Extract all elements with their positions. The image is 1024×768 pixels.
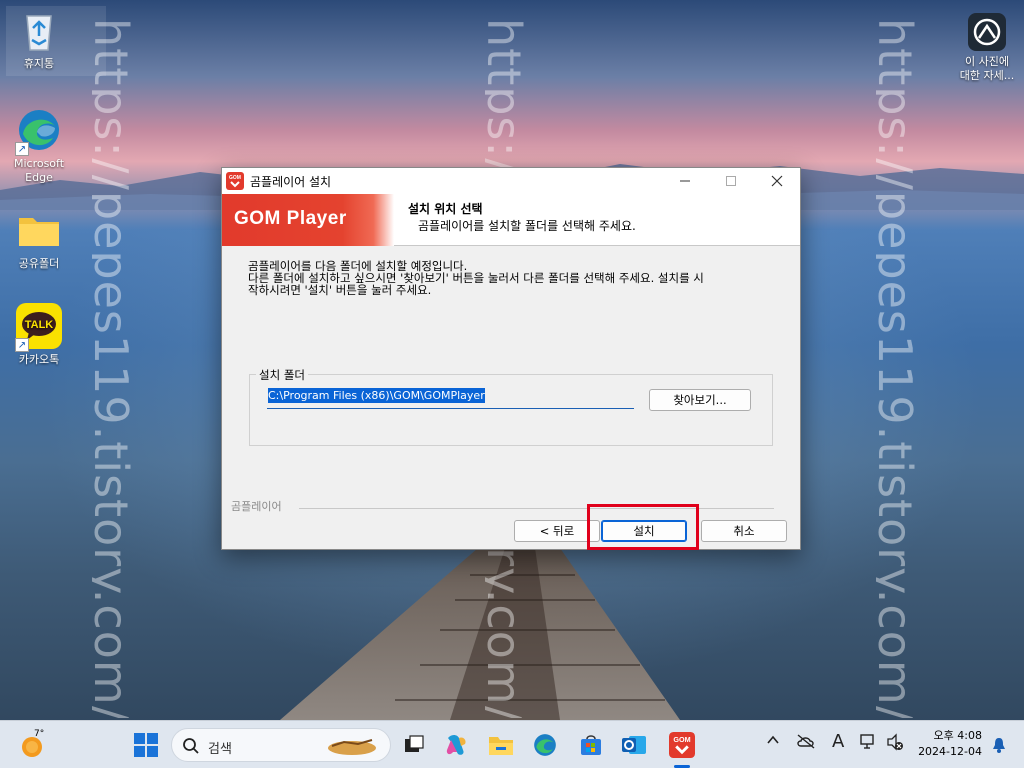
recycle-bin-icon [15,6,63,54]
gom-installer-window: GOM 곰플레이어 설치 GOM Player 설치 위치 선택 곰플레이어를 … [221,167,801,550]
taskbar: 7° 검색 GOM A 오후 4:08 2024-12-04 [0,720,1024,768]
install-folder-label: 설치 폴더 [256,367,308,383]
install-button-highlight [587,504,699,550]
desktop-icon-shared-folder[interactable]: 공유폴더 [6,206,72,271]
copilot-button[interactable] [440,729,472,761]
notification-bell-icon[interactable] [992,737,1006,753]
close-button[interactable] [754,168,800,194]
folder-icon [15,206,63,254]
weather-temperature: 7° [34,729,45,739]
gom-icon-label: GOM [673,735,690,744]
search-highlight-illustration-icon [328,739,376,755]
edge-taskbar-button[interactable] [529,729,561,761]
outlook-button[interactable] [618,729,650,761]
footer-brand-label: 곰플레이어 [231,500,282,513]
monitor-network-icon [860,734,874,749]
footer-divider [299,508,774,509]
outlook-icon [622,736,646,754]
microsoft-store-button[interactable] [575,729,607,761]
minimize-button[interactable] [662,168,708,194]
edge-label-line1: Microsoft [13,157,65,170]
chevron-up-icon [767,735,779,744]
cloud-offline-icon [797,734,815,749]
install-folder-group: 설치 폴더 C:\Program Files (x86)\GOM\GOMPlay… [249,367,773,446]
ime-indicator[interactable]: A [832,731,844,752]
maximize-icon [726,176,736,186]
gom-brand-banner: GOM Player [222,194,394,246]
volume-button[interactable] [886,733,904,755]
kakao-logo-text: TALK [25,319,54,331]
show-hidden-icons-button[interactable] [766,733,780,751]
clock-date: 2024-12-04 [918,745,982,758]
install-description: 곰플레이어를 다음 폴더에 설치할 예정입니다. 다른 폴더에 설치하고 싶으시… [248,260,778,296]
cancel-button[interactable]: 취소 [701,520,787,542]
watermark-text: https://pepes119.tistory.com/ [92,18,138,718]
photo-info-label-line1: 이 사진에 [965,55,1009,68]
gom-player-taskbar-button[interactable]: GOM [666,729,698,761]
speaker-muted-icon [887,733,903,751]
task-view-button[interactable] [398,729,430,761]
install-path-value: C:\Program Files (x86)\GOM\GOMPlayer [268,388,485,403]
windows-start-icon[interactable] [134,733,158,757]
file-explorer-icon [489,737,513,755]
desktop-icon-kakaotalk[interactable]: TALK ↗ 카카오톡 [6,302,72,367]
desktop-icon-recycle-bin[interactable]: 휴지통 [6,6,72,71]
task-view-icon [405,735,424,752]
search-icon [183,738,199,754]
description-line: 작하시려면 '설치' 버튼을 눌러 주세요. [248,283,432,297]
network-status-button[interactable] [860,733,878,755]
desktop-icon-edge[interactable]: ↗ Microsoft Edge [6,106,72,185]
onedrive-status-button[interactable] [796,733,816,753]
taskbar-clock[interactable]: 오후 4:08 2024-12-04 [918,728,982,760]
microsoft-store-icon [581,735,601,755]
gom-app-icon: GOM [226,172,244,190]
edge-browser-icon [534,734,556,756]
kakaotalk-icon: TALK ↗ [15,302,63,352]
close-icon [771,175,783,187]
browse-button[interactable]: 찾아보기... [649,389,751,411]
photo-info-label-line2: 대한 자세... [959,69,1015,82]
shared-folder-label: 공유폴더 [18,257,60,270]
gom-icon-label: GOM [229,175,241,181]
step-subtitle: 곰플레이어를 설치할 폴더를 선택해 주세요. [418,219,636,233]
installer-header: GOM Player 설치 위치 선택 곰플레이어를 설치할 폴더를 선택해 주… [222,194,800,246]
desktop-icon-photo-info[interactable]: 이 사진에 대한 자세... [954,12,1020,83]
recycle-bin-label: 휴지통 [23,57,55,70]
shortcut-arrow-icon: ↗ [15,338,29,352]
watermark-text: https://pepes119.tistory.com/ [876,18,922,718]
file-explorer-button[interactable] [485,729,517,761]
shortcut-arrow-icon: ↗ [15,142,29,156]
minimize-icon [680,180,690,182]
gom-player-logo: GOM Player [234,208,347,229]
install-path-input[interactable]: C:\Program Files (x86)\GOM\GOMPlayer [267,388,634,409]
step-title: 설치 위치 선택 [408,202,483,216]
gom-app-icon: GOM [669,732,695,758]
camera-info-icon [967,12,1007,52]
edge-browser-icon: ↗ [15,106,63,156]
edge-label-line2: Edge [25,171,53,184]
window-titlebar[interactable]: GOM 곰플레이어 설치 [222,168,800,194]
search-placeholder: 검색 [208,742,232,757]
taskbar-search-box[interactable]: 검색 [171,728,391,762]
kakaotalk-label: 카카오톡 [18,353,60,366]
clock-time: 오후 4:08 [933,729,982,742]
copilot-icon [446,735,466,755]
maximize-button[interactable] [708,168,754,194]
window-title: 곰플레이어 설치 [250,174,332,189]
